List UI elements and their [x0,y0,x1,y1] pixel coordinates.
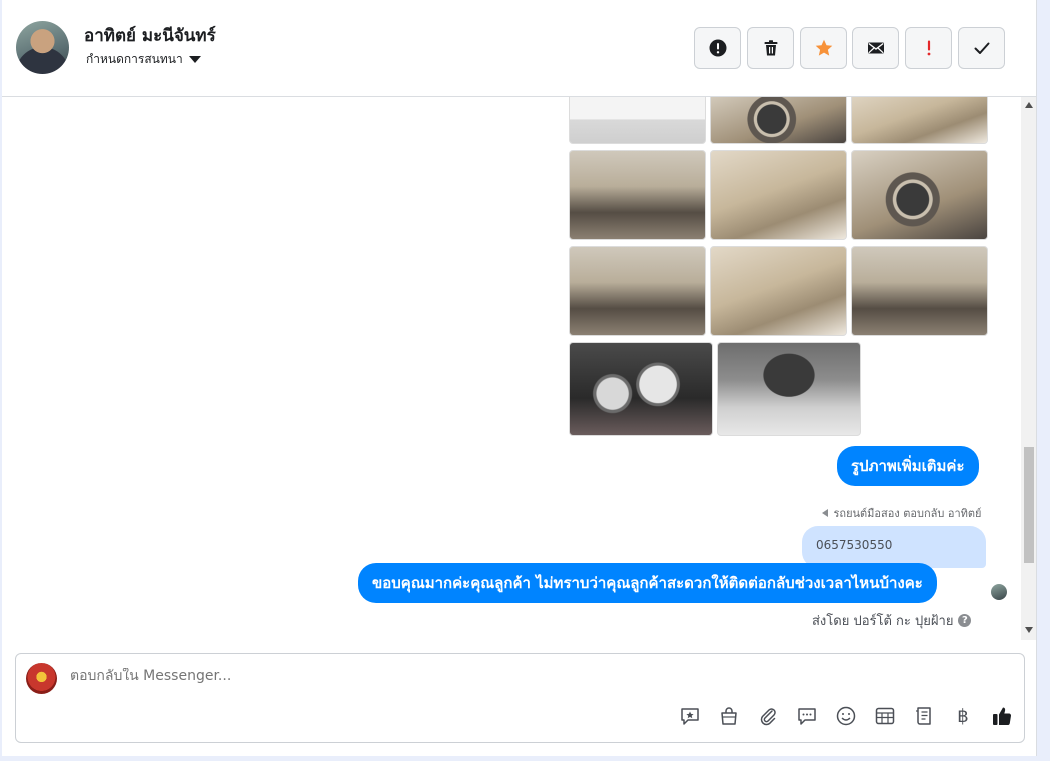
like-icon [993,707,1012,726]
quick-reply-button[interactable] [795,704,819,728]
message-thread: รูปภาพเพิ่มเติมค่ะ รถยนต์มือสอง ตอบกลับ … [2,97,1036,640]
photo-car-rear-seats[interactable] [710,246,847,336]
assign-label: กำหนดการสนทนา [86,52,183,66]
photo-car-door-panel[interactable] [851,97,988,144]
scroll-down-arrow-icon[interactable] [1025,627,1033,633]
payment-button[interactable]: ฿ [951,704,975,728]
saved-reply-icon [681,708,699,725]
conversation-panel: อาทิตย์ มะนีจันทร์ กำหนดการสนทนา รูปภาพเ… [2,0,1037,756]
reply-meta: รถยนต์มือสอง ตอบกลับ อาทิตย์ [822,504,981,522]
like-button[interactable] [990,704,1014,728]
photo-car-gauge-cluster[interactable] [569,342,713,436]
emoji-button[interactable] [834,704,858,728]
caret-down-icon [188,56,201,63]
assign-conversation-dropdown[interactable]: กำหนดการสนทนา [86,50,201,69]
checkmark-icon [974,42,989,54]
reply-arrow-icon [822,509,828,517]
reply-input[interactable] [70,668,670,684]
photo-car-dashboard-center[interactable] [851,246,988,336]
baht-icon: ฿ [957,705,969,727]
photo-car-front-seats[interactable] [710,150,847,240]
scroll-thumb[interactable] [1024,447,1034,563]
emoji-icon [836,706,856,726]
saved-reply-button[interactable] [678,704,702,728]
document-icon [916,707,931,725]
document-button[interactable] [912,704,936,728]
page-avatar [26,663,57,694]
attach-button[interactable] [756,704,780,728]
photo-car-wheel[interactable] [710,97,847,144]
contact-name[interactable]: อาทิตย์ มะนีจันทร์ [84,22,216,49]
delete-button[interactable] [747,27,794,69]
sent-by-label: ส่งโดย ปอร์โต้ กะ ปุยฝ้าย ? [812,610,972,631]
photo-car-dashboard-left[interactable] [569,150,706,240]
conversation-header: อาทิตย์ มะนีจันทร์ กำหนดการสนทนา [2,0,1036,97]
composer-toolbar: ฿ [678,704,1014,728]
thread-scrollbar[interactable] [1021,97,1036,640]
table-icon [875,707,895,725]
mark-important-button[interactable] [905,27,952,69]
scroll-up-arrow-icon[interactable] [1025,102,1033,108]
shop-bag-icon [721,707,737,725]
photo-car-steering-wheel[interactable] [851,150,988,240]
seen-avatar [991,584,1007,600]
help-icon[interactable]: ? [958,614,972,627]
done-button[interactable] [958,27,1005,69]
exclamation-icon [927,40,930,56]
quoted-message[interactable]: 0657530550 [802,526,986,568]
photo-car-engine-bay[interactable] [717,342,861,436]
envelope-icon [867,42,884,54]
sent-by-text: ส่งโดย ปอร์โต้ กะ ปุยฝ้าย [812,614,954,629]
report-button[interactable] [694,27,741,69]
contact-avatar[interactable] [16,21,69,74]
photo-car-exterior[interactable] [569,97,706,144]
chat-bubble-icon [798,708,816,725]
exclamation-circle-icon [709,39,726,57]
shop-button[interactable] [717,704,741,728]
mark-unread-button[interactable] [852,27,899,69]
trash-icon [764,40,777,56]
message-bubble-more-photos[interactable]: รูปภาพเพิ่มเติมค่ะ [837,446,979,486]
star-button[interactable] [800,27,847,69]
star-icon [815,39,832,56]
photo-car-gear-console[interactable] [569,246,706,336]
message-bubble-thanks[interactable]: ขอบคุณมากค่ะคุณลูกค้า ไม่ทราบว่าคุณลูกค้… [358,563,937,603]
reply-meta-text: รถยนต์มือสอง ตอบกลับ อาทิตย์ [833,507,982,520]
table-button[interactable] [873,704,897,728]
attachment-icon [760,708,776,726]
message-composer: ฿ [15,653,1025,743]
